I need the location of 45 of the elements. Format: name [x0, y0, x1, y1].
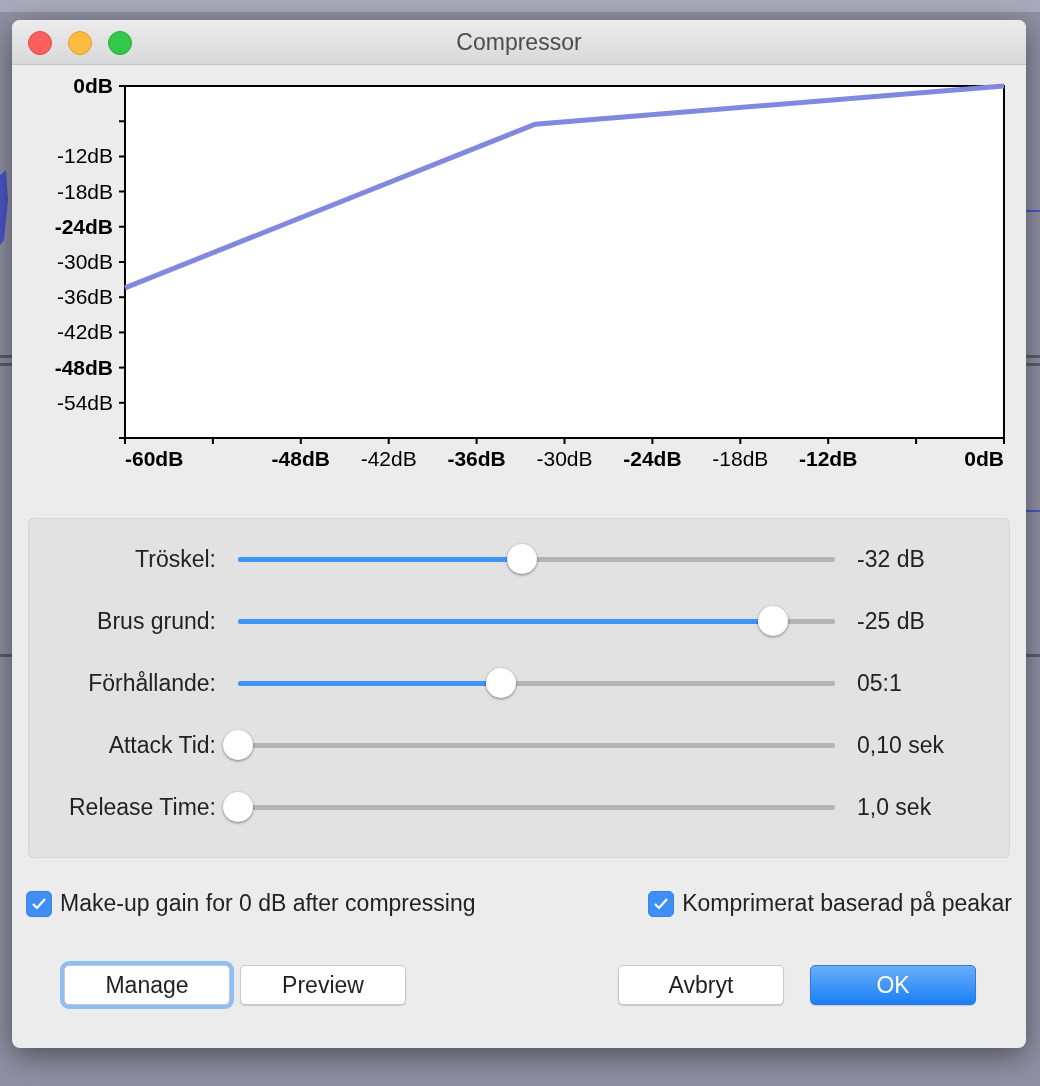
checkbox[interactable]: [26, 890, 52, 917]
y-tick-label: -24dB: [54, 213, 113, 240]
y-tick-label: -30dB: [56, 249, 113, 275]
slider-value: 05:1: [857, 669, 902, 697]
checkbox-label: Make-up gain for 0 dB after compressing: [60, 890, 476, 917]
window-title: Compressor: [456, 28, 582, 56]
check-icon: [31, 896, 47, 911]
x-tick-label: -42dB: [360, 446, 417, 472]
x-tick-label: -24dB: [623, 446, 682, 472]
slider-label: Förhållande:: [87, 669, 216, 697]
slider-value: 0,10 sek: [857, 731, 944, 759]
slider-thumb[interactable]: [507, 544, 538, 574]
x-tick-label: -48dB: [271, 446, 330, 472]
close-icon[interactable]: [28, 31, 52, 55]
minimize-icon[interactable]: [68, 31, 92, 55]
slider-thumb[interactable]: [223, 792, 253, 822]
slider-thumb[interactable]: [223, 730, 253, 760]
x-tick-label: -36dB: [447, 446, 506, 472]
slider-label: Release Time:: [68, 793, 216, 821]
slider-value: 1,0 sek: [857, 793, 932, 821]
x-tick-label: -60dB: [125, 446, 184, 472]
checkbox-label: Komprimerat baserad på peakar: [682, 890, 1012, 917]
dialog-button[interactable]: Preview: [240, 965, 406, 1005]
y-tick-label: -36dB: [56, 284, 113, 311]
y-tick-label: -48dB: [54, 354, 113, 381]
check-icon: [653, 896, 670, 911]
y-tick-label: -12dB: [56, 143, 113, 170]
x-tick-label: -12dB: [799, 446, 858, 472]
checkbox[interactable]: [648, 890, 675, 917]
y-tick-label: -18dB: [56, 178, 113, 205]
y-tick-label: -54dB: [56, 389, 113, 416]
zoom-icon[interactable]: [108, 31, 132, 55]
x-tick-label: 0dB: [964, 446, 1004, 472]
slider-thumb[interactable]: [485, 668, 516, 698]
slider-thumb[interactable]: [757, 606, 788, 636]
dialog-button[interactable]: Avbryt: [618, 965, 784, 1005]
x-tick-label: -18dB: [712, 446, 769, 472]
slider-value: -25 dB: [857, 607, 925, 635]
slider-value: -32 dB: [857, 545, 925, 573]
x-tick-label: -30dB: [536, 446, 593, 472]
y-tick-label: -42dB: [56, 319, 113, 346]
slider-label: Tröskel:: [134, 545, 216, 573]
y-tick-label: 0dB: [73, 73, 113, 99]
slider-label: Brus grund:: [96, 607, 216, 635]
slider-label: Attack Tid:: [107, 731, 216, 759]
